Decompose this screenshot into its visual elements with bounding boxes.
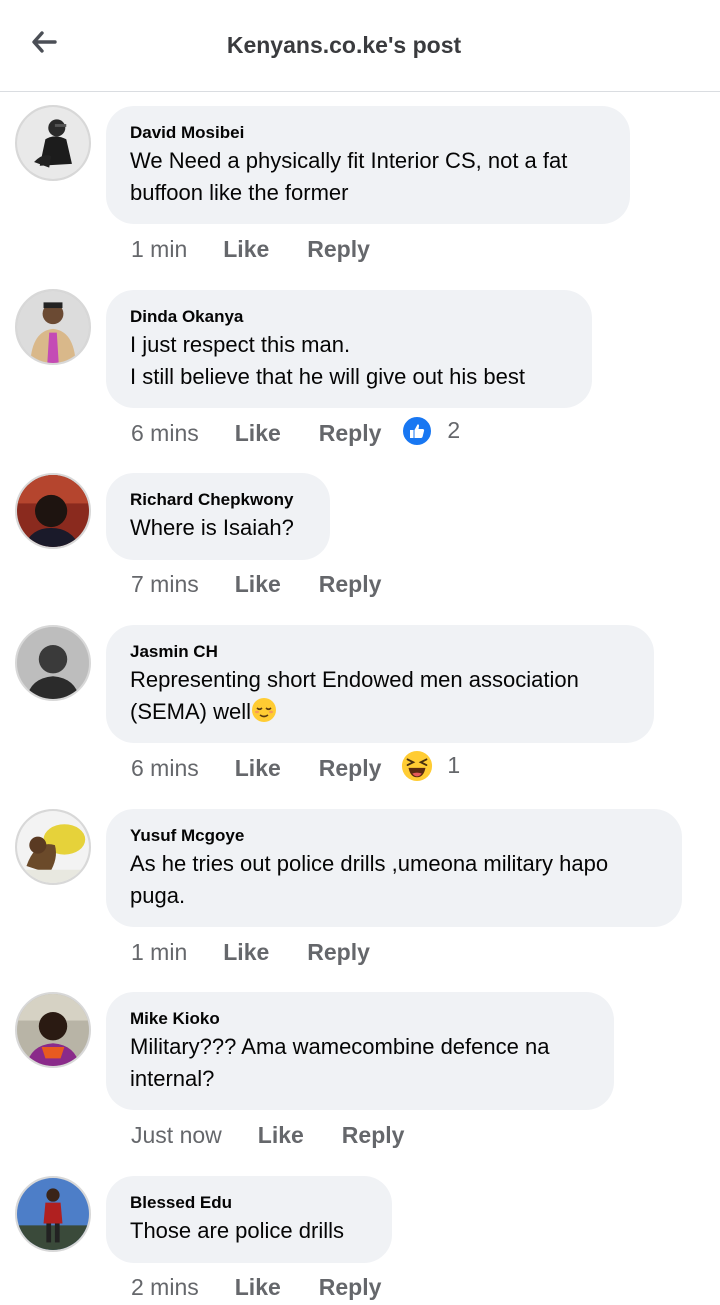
comment-meta: 1 min Like Reply xyxy=(131,939,370,966)
comment-text: Representing short Endowed men associati… xyxy=(130,664,630,728)
avatar-image xyxy=(17,291,89,363)
avatar[interactable] xyxy=(15,992,91,1068)
avatar[interactable] xyxy=(15,1176,91,1252)
top-bar: Kenyans.co.ke's post xyxy=(0,0,720,92)
reply-button[interactable]: Reply xyxy=(319,420,382,447)
comment-meta: 1 min Like Reply xyxy=(131,236,370,263)
like-button[interactable]: Like xyxy=(258,1122,304,1149)
like-button[interactable]: Like xyxy=(223,939,269,966)
comment-author[interactable]: Mike Kioko xyxy=(130,1007,590,1031)
comment-time: 1 min xyxy=(131,939,188,965)
reply-button[interactable]: Reply xyxy=(342,1122,405,1149)
comment-bubble[interactable]: Yusuf Mcgoye As he tries out police dril… xyxy=(106,809,682,927)
reaction-count: 1 xyxy=(447,752,461,778)
comment-time: 7 mins xyxy=(131,571,199,597)
comment-text-content: Representing short Endowed men associati… xyxy=(130,667,579,724)
comment-text: As he tries out police drills ,umeona mi… xyxy=(130,851,609,908)
comment-meta: 6 mins Like Reply 1 xyxy=(131,750,460,782)
like-button[interactable]: Like xyxy=(235,1274,281,1301)
comment-bubble[interactable]: David Mosibei We Need a physically fit I… xyxy=(106,106,630,224)
comment-text: I just respect this man. I still believe… xyxy=(130,332,525,389)
avatar[interactable] xyxy=(15,809,91,885)
comment-meta: Just now Like Reply xyxy=(131,1122,404,1149)
thumbs-up-icon xyxy=(401,414,434,447)
comment-bubble[interactable]: Dinda Okanya I just respect this man. I … xyxy=(106,290,592,408)
like-button[interactable]: Like xyxy=(235,571,281,598)
comment-time: 1 min xyxy=(131,236,188,262)
comment-time: 6 mins xyxy=(131,755,199,781)
comment-meta: 6 mins Like Reply 2 xyxy=(131,414,460,447)
comment-author[interactable]: Richard Chepkwony xyxy=(130,488,306,512)
comment-time: 2 mins xyxy=(131,1274,199,1300)
avatar-image xyxy=(17,994,89,1066)
avatar-image xyxy=(17,107,89,179)
avatar[interactable] xyxy=(15,105,91,181)
comment-bubble[interactable]: Blessed Edu Those are police drills xyxy=(106,1176,392,1263)
like-button[interactable]: Like xyxy=(235,755,281,782)
reaction-count: 2 xyxy=(447,417,461,443)
reply-button[interactable]: Reply xyxy=(319,1274,382,1301)
avatar-image xyxy=(17,627,89,699)
avatar[interactable] xyxy=(15,473,91,549)
avatar[interactable] xyxy=(15,289,91,365)
comment-bubble[interactable]: Jasmin CH Representing short Endowed men… xyxy=(106,625,654,743)
laughing-face-icon xyxy=(401,750,433,782)
comment-text: Those are police drills xyxy=(130,1218,344,1243)
comment-bubble[interactable]: Mike Kioko Military??? Ama wamecombine d… xyxy=(106,992,614,1110)
comment-author[interactable]: Jasmin CH xyxy=(130,640,630,664)
comment-author[interactable]: Yusuf Mcgoye xyxy=(130,824,658,848)
avatar[interactable] xyxy=(15,625,91,701)
comment-bubble[interactable]: Richard Chepkwony Where is Isaiah? xyxy=(106,473,330,560)
reply-button[interactable]: Reply xyxy=(319,571,382,598)
avatar-image xyxy=(17,811,89,883)
comment-meta: 2 mins Like Reply xyxy=(131,1274,381,1301)
reaction-summary[interactable]: 1 xyxy=(401,750,460,782)
avatar-image xyxy=(17,475,89,547)
comment-text: Military??? Ama wamecombine defence na i… xyxy=(130,1034,550,1091)
like-button[interactable]: Like xyxy=(235,420,281,447)
reply-button[interactable]: Reply xyxy=(319,755,382,782)
comment-time: Just now xyxy=(131,1122,222,1148)
reply-button[interactable]: Reply xyxy=(307,236,370,263)
reply-button[interactable]: Reply xyxy=(307,939,370,966)
avatar-image xyxy=(17,1178,89,1250)
comment-author[interactable]: Blessed Edu xyxy=(130,1191,368,1215)
comment-text: Where is Isaiah? xyxy=(130,515,294,540)
comment-author[interactable]: Dinda Okanya xyxy=(130,305,568,329)
comment-text: We Need a physically fit Interior CS, no… xyxy=(130,148,568,205)
comment-time: 6 mins xyxy=(131,420,199,446)
relieved-face-emoji xyxy=(252,698,277,722)
page-title: Kenyans.co.ke's post xyxy=(226,32,462,58)
like-button[interactable]: Like xyxy=(223,236,269,263)
comment-author[interactable]: David Mosibei xyxy=(130,121,606,145)
comment-meta: 7 mins Like Reply xyxy=(131,571,381,598)
reaction-summary[interactable]: 2 xyxy=(401,414,461,447)
